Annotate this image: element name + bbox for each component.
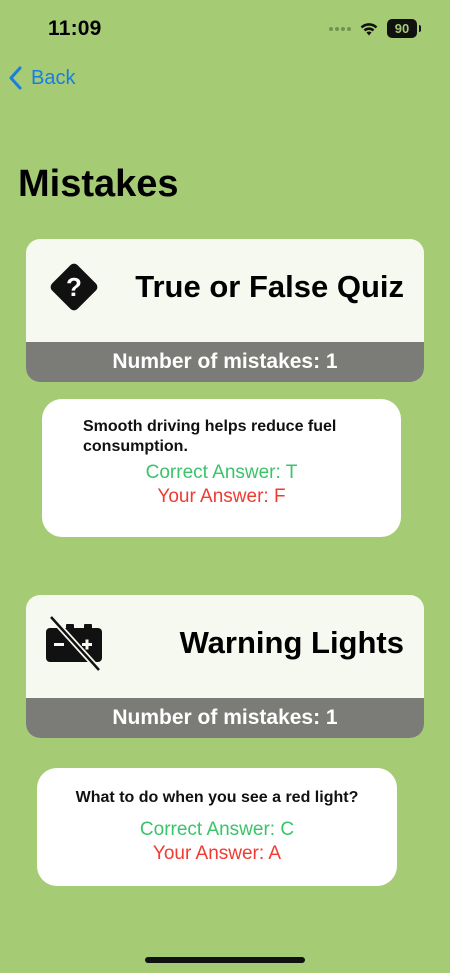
status-time: 11:09 — [48, 17, 102, 40]
chevron-left-icon — [9, 66, 22, 90]
home-indicator[interactable] — [145, 957, 305, 963]
question-text: What to do when you see a red light? — [75, 789, 359, 806]
correct-answer: Correct Answer: T — [145, 462, 298, 483]
mistake-card: What to do when you see a red light? Cor… — [37, 768, 397, 886]
battery-warning-icon — [46, 614, 102, 673]
mistake-card: Smooth driving helps reduce fuel consump… — [42, 399, 401, 537]
category-title: Warning Lights — [179, 625, 404, 660]
wifi-icon — [360, 23, 378, 36]
question-diamond-icon: ? — [50, 263, 98, 311]
mistakes-count: Number of mistakes: 1 — [26, 698, 424, 738]
svg-text:?: ? — [66, 272, 82, 302]
cellular-signal-icon — [329, 26, 351, 31]
status-indicators: 90 — [329, 19, 421, 38]
battery-icon: 90 — [387, 19, 421, 38]
correct-answer: Correct Answer: C — [139, 819, 295, 840]
mistakes-count: Number of mistakes: 1 — [26, 342, 424, 382]
your-answer: Your Answer: F — [157, 486, 286, 507]
question-text: Smooth driving helps reduce fuel consump… — [83, 418, 337, 455]
category-card-true-false[interactable]: ? True or False Quiz Number of mistakes:… — [26, 239, 424, 382]
back-label: Back — [31, 66, 76, 89]
your-answer: Your Answer: A — [152, 843, 282, 864]
back-button[interactable]: Back — [9, 66, 75, 90]
page-title: Mistakes — [18, 163, 179, 205]
category-title: True or False Quiz — [135, 269, 404, 304]
screen: 11:09 90 Back Mistakes ? True or False Q… — [0, 0, 450, 973]
category-card-warning-lights[interactable]: Warning Lights Number of mistakes: 1 — [26, 595, 424, 738]
